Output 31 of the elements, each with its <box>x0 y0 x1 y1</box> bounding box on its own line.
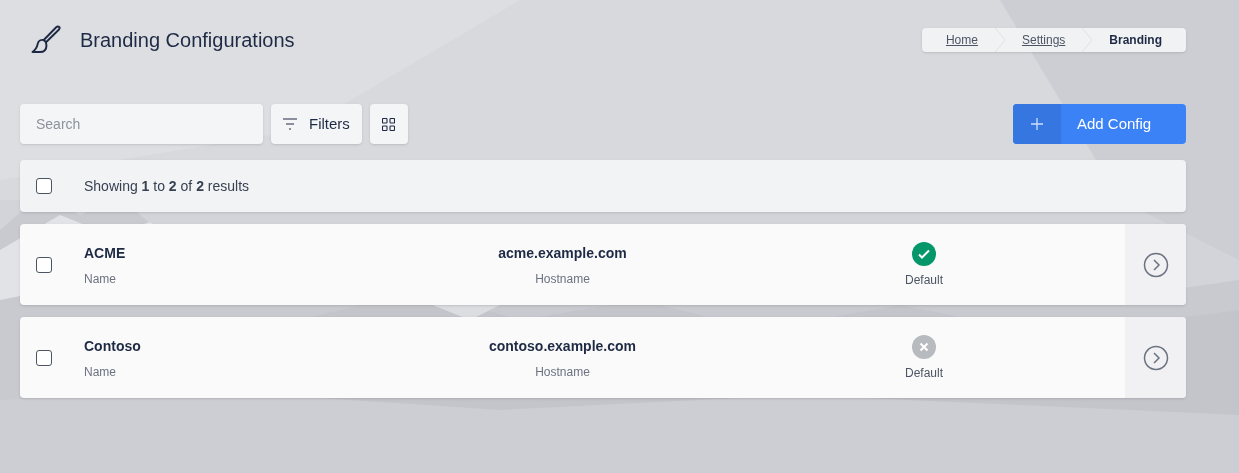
field-label: Hostname <box>535 270 590 287</box>
field-label: Name <box>84 270 117 287</box>
filters-button[interactable]: Filters <box>271 104 362 144</box>
breadcrumb-link[interactable]: Home <box>929 32 994 48</box>
results-summary: Showing 1 to 2 of 2 results <box>84 177 250 196</box>
chevron-separator-icon <box>1081 28 1094 52</box>
chevron-circle-icon[interactable] <box>1142 344 1169 371</box>
grid-icon <box>382 117 396 131</box>
filter-icon <box>283 118 297 130</box>
breadcrumb-link[interactable]: Branding <box>1093 32 1178 48</box>
field-label: Hostname <box>535 363 590 380</box>
grid-view-button[interactable] <box>369 104 408 144</box>
config-row[interactable]: Contoso Name contoso.example.com Hostname Default <box>20 317 1186 398</box>
chevron-separator-icon <box>993 28 1006 52</box>
plus-icon <box>1031 118 1043 130</box>
breadcrumb-link[interactable]: Settings <box>1005 32 1082 48</box>
config-name: ACME <box>84 243 127 263</box>
search-field[interactable]: Search <box>20 104 263 144</box>
field-label: Default <box>905 364 943 381</box>
chevron-circle-icon[interactable] <box>1142 251 1169 278</box>
config-name: Contoso <box>84 336 142 356</box>
checkbox[interactable] <box>36 256 52 273</box>
field-label: Default <box>905 271 943 288</box>
page-title: Branding Configurations <box>80 28 295 53</box>
hostname: acme.example.com <box>498 243 627 263</box>
checkbox[interactable] <box>36 349 52 366</box>
hostname: contoso.example.com <box>488 336 636 356</box>
config-row[interactable]: ACME Name acme.example.com Hostname Default <box>20 224 1186 305</box>
field-label: Name <box>84 363 117 380</box>
checkbox[interactable] <box>36 178 52 194</box>
add-config-button[interactable]: Add Config <box>1013 104 1186 144</box>
